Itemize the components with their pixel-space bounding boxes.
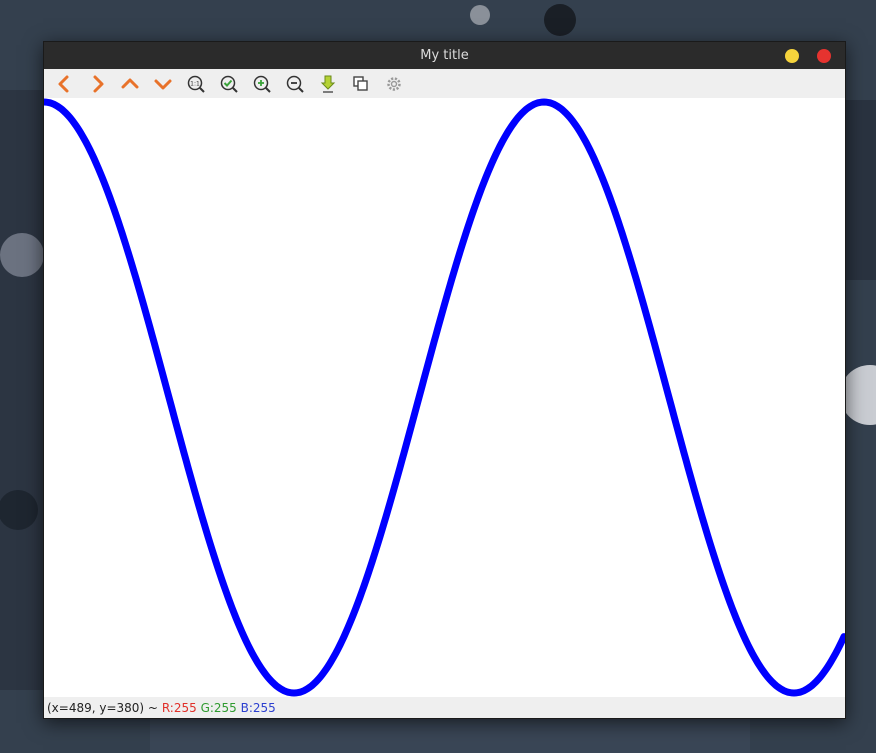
image-viewer-window[interactable]: My title 1:1 (x=489, y=380) ~ R:255 G:25… <box>43 41 846 719</box>
chevron-left-icon[interactable] <box>52 72 76 96</box>
download-arrow-icon[interactable] <box>316 72 340 96</box>
zoom-1to1-icon[interactable]: 1:1 <box>184 72 208 96</box>
status-coordinates: (x=489, y=380) ~ <box>47 700 158 715</box>
minimize-button[interactable] <box>785 49 799 63</box>
status-green-value: G:255 <box>200 700 237 715</box>
toolbar: 1:1 <box>44 69 845 99</box>
zoom-check-icon[interactable] <box>217 72 241 96</box>
chevron-up-icon[interactable] <box>118 72 142 96</box>
sine-wave-line <box>44 98 845 697</box>
chevron-right-icon[interactable] <box>86 72 110 96</box>
window-title: My title <box>420 48 469 63</box>
gear-icon[interactable] <box>382 72 406 96</box>
image-canvas[interactable] <box>44 98 845 697</box>
svg-text:1:1: 1:1 <box>190 81 200 88</box>
close-button[interactable] <box>817 49 831 63</box>
status-bar: (x=489, y=380) ~ R:255 G:255 B:255 <box>44 697 845 718</box>
sine-wave-image <box>44 98 845 697</box>
zoom-out-icon[interactable] <box>283 72 307 96</box>
copy-icon[interactable] <box>349 72 373 96</box>
chevron-down-icon[interactable] <box>151 72 175 96</box>
title-bar[interactable]: My title <box>44 42 845 69</box>
status-blue-value: B:255 <box>240 700 276 715</box>
status-red-value: R:255 <box>161 700 197 715</box>
zoom-in-icon[interactable] <box>250 72 274 96</box>
